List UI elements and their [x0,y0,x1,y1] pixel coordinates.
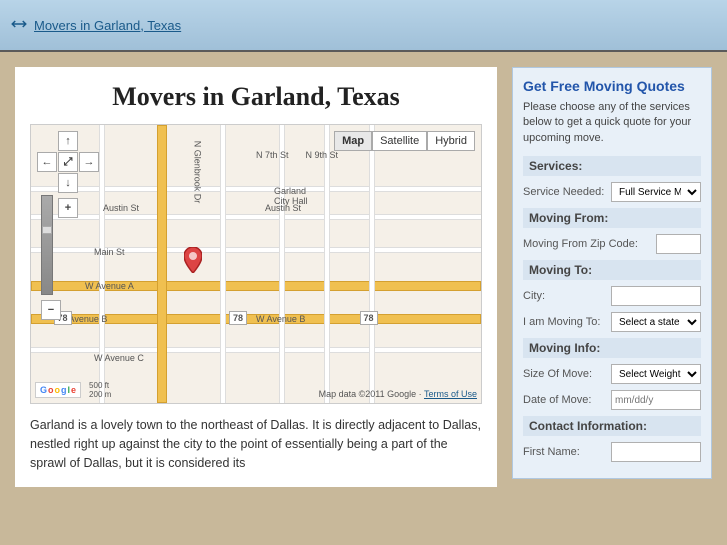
road-v [220,125,226,403]
service-label: Service Needed: [523,186,611,198]
map-container: Map Satellite Hybrid ↑ ← ⤢ → [30,124,482,404]
state-select[interactable]: Select a state Texas California New York… [611,312,701,332]
size-label: Size Of Move: [523,368,611,380]
contact-section-title: Contact Information: [523,416,701,436]
map-label-ave-b-e: W Avenue B [256,314,305,324]
city-input[interactable] [611,286,701,306]
site-link[interactable]: Movers in Garland, Texas [34,18,181,33]
first-name-label: First Name: [523,446,611,458]
map-label-ave-c-w: W Avenue C [94,353,144,363]
map-label-78-c: 78 [229,311,247,325]
main-content: Movers in Garland, Texas Map [15,67,497,487]
quote-form-title: Get Free Moving Quotes [523,78,701,94]
recycle-icon [10,15,28,36]
city-label: City: [523,290,611,302]
map-type-controls: Map Satellite Hybrid [334,131,475,151]
map-zoom-handle [42,226,52,234]
road-v [324,125,330,403]
service-row: Service Needed: Full Service M Full Serv… [523,182,701,202]
quote-form-description: Please choose any of the services below … [523,100,701,146]
zip-label: Moving From Zip Code: [523,238,656,250]
map-label-n7th: N 7th St [256,150,289,160]
map-label-glenbrook: N Glenbrook Dr [192,140,202,203]
page-description: Garland is a lovely town to the northeas… [30,416,482,472]
moving-from-section-title: Moving From: [523,208,701,228]
map-zoom-in[interactable]: + [58,198,78,218]
road-v [279,125,285,403]
moving-to-section-title: Moving To: [523,260,701,280]
map-pan-left[interactable]: ← [37,152,57,172]
map-label-city-hall: GarlandCity Hall [274,186,308,206]
first-name-input[interactable] [611,442,701,462]
map-label-78-e: 78 [360,311,378,325]
map-attribution: G o o g l e 500 ft 200 m [35,381,111,399]
page-title: Movers in Garland, Texas [30,82,482,112]
terms-link[interactable]: Terms of Use [424,389,477,399]
map-fullscreen[interactable]: ⤢ [58,152,78,172]
map-pan-right[interactable]: → [79,152,99,172]
quote-sidebar: Get Free Moving Quotes Please choose any… [512,67,712,487]
map-copyright: Map data ©2011 Google · Terms of Use [319,389,477,399]
map-pan-down[interactable]: ↓ [58,173,78,193]
quote-form-box: Get Free Moving Quotes Please choose any… [512,67,712,479]
map-pin [184,247,202,269]
date-row: Date of Move: [523,390,701,410]
state-label: I am Moving To: [523,316,611,328]
road-v-main [157,125,167,403]
zip-row: Moving From Zip Code: [523,234,701,254]
map-label-ave-a: W Avenue A [85,281,134,291]
service-select[interactable]: Full Service M Full Service Move Loading… [611,182,701,202]
date-input[interactable] [611,390,701,410]
map-pan-up[interactable]: ↑ [58,131,78,151]
map-label-main: Main St [94,247,125,257]
moving-info-section-title: Moving Info: [523,338,701,358]
map-zoom-bar[interactable] [41,195,53,295]
map-label-n9th: N 9th St [306,150,339,160]
size-row: Size Of Move: Select Weight Studio 1 Bed… [523,364,701,384]
map-type-map[interactable]: Map [334,131,372,151]
map-type-satellite[interactable]: Satellite [372,131,427,151]
road-v [369,125,375,403]
first-name-row: First Name: [523,442,701,462]
map-scale-text: 500 ft 200 m [89,381,111,399]
date-label: Date of Move: [523,394,611,406]
city-row: City: [523,286,701,306]
state-row: I am Moving To: Select a state Texas Cal… [523,312,701,332]
services-section-title: Services: [523,156,701,176]
top-navigation: Movers in Garland, Texas [0,0,727,52]
size-select[interactable]: Select Weight Studio 1 Bedroom 2 Bedroom… [611,364,701,384]
map-zoom-out[interactable]: − [41,300,61,320]
map-background: Map Satellite Hybrid ↑ ← ⤢ → [31,125,481,403]
zip-input[interactable] [656,234,701,254]
map-type-hybrid[interactable]: Hybrid [427,131,475,151]
map-label-austin-w: Austin St [103,203,139,213]
